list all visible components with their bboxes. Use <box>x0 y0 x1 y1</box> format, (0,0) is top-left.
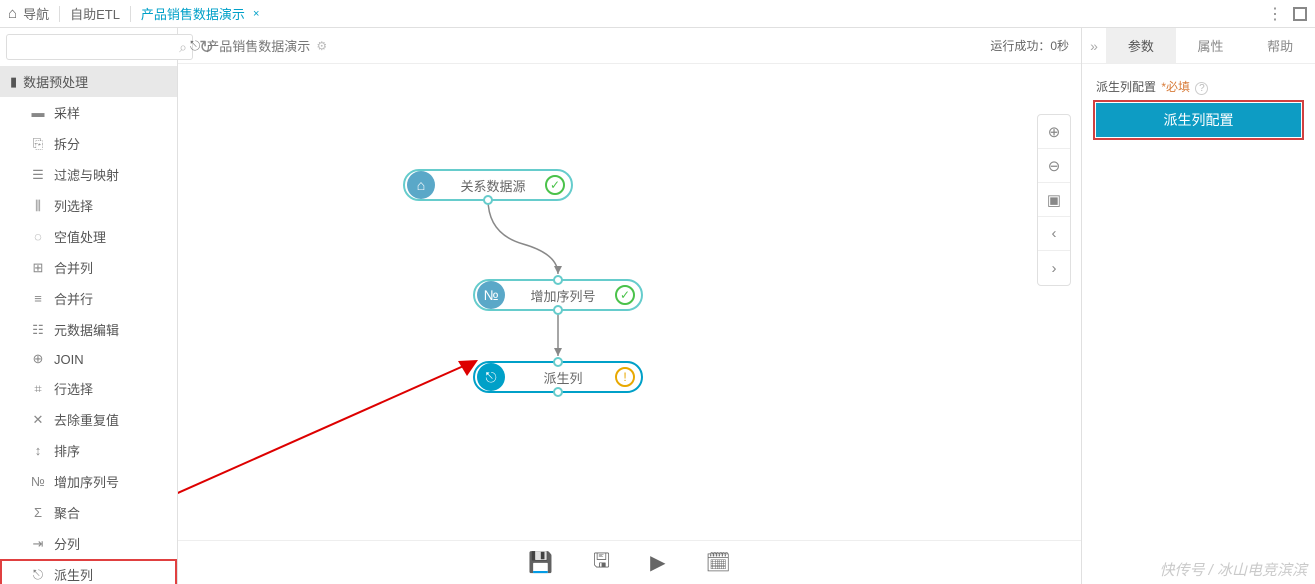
port-out[interactable] <box>483 195 493 205</box>
tree-group-preprocess[interactable]: ▮ 数据预处理 <box>0 66 177 97</box>
maximize-icon[interactable] <box>1293 7 1307 21</box>
collapse-icon[interactable]: » <box>1082 28 1106 63</box>
agg-icon: Σ <box>30 505 46 520</box>
node-addseq[interactable]: № 增加序列号 ✓ <box>473 279 643 311</box>
null-icon: ◌ <box>30 229 46 244</box>
folder-icon: ▬ <box>30 105 46 120</box>
port-in[interactable] <box>553 357 563 367</box>
run-icon[interactable]: ▶ <box>650 550 665 575</box>
zoom-fit-icon[interactable]: ▣ <box>1038 183 1070 217</box>
tab-help[interactable]: 帮助 <box>1245 28 1315 63</box>
tree-item-derive[interactable]: ⎋派生列 <box>0 559 177 584</box>
tree-item-colselect[interactable]: ⫼列选择 <box>0 190 177 221</box>
join-icon: ⊕ <box>30 351 46 367</box>
home-icon[interactable]: ⌂ <box>8 5 17 22</box>
config-label: 派生列配置 *必填 ? <box>1096 78 1301 95</box>
tree-item-mergecol[interactable]: ⊞合并列 <box>0 252 177 283</box>
port-in[interactable] <box>553 275 563 285</box>
zoom-out-icon[interactable]: ⊖ <box>1038 149 1070 183</box>
folder-icon: ▮ <box>10 74 17 90</box>
derive-icon: ⎋ <box>477 363 505 391</box>
derive-icon: ⎋ <box>30 567 46 583</box>
breadcrumb-nav[interactable]: 导航 <box>23 4 49 23</box>
save-as-icon[interactable]: 🖫 <box>593 546 610 580</box>
tree-item-agg[interactable]: Σ聚合 <box>0 497 177 528</box>
sidebar: ⌕ ↻ ▮ 数据预处理 ▬采样 ⎘拆分 ☰过滤与映射 ⫼列选择 ◌空值处理 ⊞合… <box>0 28 178 584</box>
tree-item-split[interactable]: ⎘拆分 <box>0 128 177 159</box>
port-out[interactable] <box>553 387 563 397</box>
tree-item-sort[interactable]: ↕排序 <box>0 435 177 466</box>
meta-icon: ☷ <box>30 322 46 338</box>
separator <box>59 6 60 22</box>
tree-item-rowselect[interactable]: ⌗行选择 <box>0 373 177 404</box>
breadcrumb-l1[interactable]: 自助ETL <box>70 4 120 23</box>
merger-icon: ≡ <box>30 291 46 306</box>
run-status: 运行成功：0秒 <box>990 37 1069 54</box>
db-icon: ⌂ <box>407 171 435 199</box>
canvas-area: ⎋ 产品销售数据演示 ⚙ 运行成功：0秒 ⌂ 关系数据源 ✓ <box>178 28 1081 584</box>
tree-item-null[interactable]: ◌空值处理 <box>0 221 177 252</box>
mergec-icon: ⊞ <box>30 260 46 276</box>
port-out[interactable] <box>553 305 563 315</box>
derive-config-button[interactable]: 派生列配置 <box>1096 103 1301 137</box>
tree-item-join[interactable]: ⊕JOIN <box>0 345 177 373</box>
save-icon[interactable]: 💾 <box>528 550 553 575</box>
dedup-icon: ✕ <box>30 412 46 428</box>
tab-params[interactable]: 参数 <box>1106 28 1176 63</box>
node-derive[interactable]: ⎋ 派生列 ! <box>473 361 643 393</box>
tree-item-splitcol[interactable]: ⇥分列 <box>0 528 177 559</box>
filter-icon: ☰ <box>30 167 46 183</box>
status-ok-icon: ✓ <box>545 175 565 195</box>
chevron-right-icon[interactable]: › <box>1038 251 1070 285</box>
breadcrumb: ⌂ 导航 自助ETL 产品销售数据演示 × <box>8 4 1267 23</box>
sort-icon: ↕ <box>30 443 46 458</box>
status-warn-icon: ! <box>615 367 635 387</box>
tree-item-mergerow[interactable]: ≡合并行 <box>0 283 177 314</box>
flow-title: 产品销售数据演示 <box>206 36 310 55</box>
search-input[interactable] <box>6 34 193 60</box>
flow-canvas[interactable]: ⌂ 关系数据源 ✓ № 增加序列号 ✓ ⎋ 派生列 ! ⊕ <box>178 64 1081 540</box>
component-tree: ▮ 数据预处理 ▬采样 ⎘拆分 ☰过滤与映射 ⫼列选择 ◌空值处理 ⊞合并列 ≡… <box>0 66 177 584</box>
addseq-icon: № <box>477 281 505 309</box>
help-icon[interactable]: ? <box>1195 82 1208 95</box>
zoom-panel: ⊕ ⊖ ▣ ‹ › <box>1037 114 1071 286</box>
addseq-icon: № <box>30 474 46 489</box>
bottom-toolbar: 💾 🖫 ▶ 🗓 <box>178 540 1081 584</box>
schedule-icon[interactable]: 🗓 <box>705 550 730 575</box>
breadcrumb-l2[interactable]: 产品销售数据演示 <box>141 4 245 23</box>
tree-item-filter[interactable]: ☰过滤与映射 <box>0 159 177 190</box>
status-ok-icon: ✓ <box>615 285 635 305</box>
chevron-left-icon[interactable]: ‹ <box>1038 217 1070 251</box>
tab-close-icon[interactable]: × <box>253 8 259 20</box>
node-datasource[interactable]: ⌂ 关系数据源 ✓ <box>403 169 573 201</box>
rowsel-icon: ⌗ <box>30 381 46 397</box>
splitc-icon: ⇥ <box>30 536 46 552</box>
more-icon[interactable]: ⋮ <box>1267 4 1283 24</box>
split-icon: ⎘ <box>30 136 46 152</box>
separator <box>130 6 131 22</box>
tree-item-sample[interactable]: ▬采样 <box>0 97 177 128</box>
cols-icon: ⫼ <box>30 198 46 214</box>
right-panel: » 参数 属性 帮助 派生列配置 *必填 ? 派生列配置 <box>1081 28 1315 584</box>
gear-icon[interactable]: ⚙ <box>316 39 327 53</box>
tree-item-dedup[interactable]: ✕去除重复值 <box>0 404 177 435</box>
flow-icon: ⎋ <box>190 38 200 54</box>
tree-item-addseq[interactable]: №增加序列号 <box>0 466 177 497</box>
tree-item-meta[interactable]: ☷元数据编辑 <box>0 314 177 345</box>
zoom-in-icon[interactable]: ⊕ <box>1038 115 1070 149</box>
tab-attrs[interactable]: 属性 <box>1176 28 1246 63</box>
